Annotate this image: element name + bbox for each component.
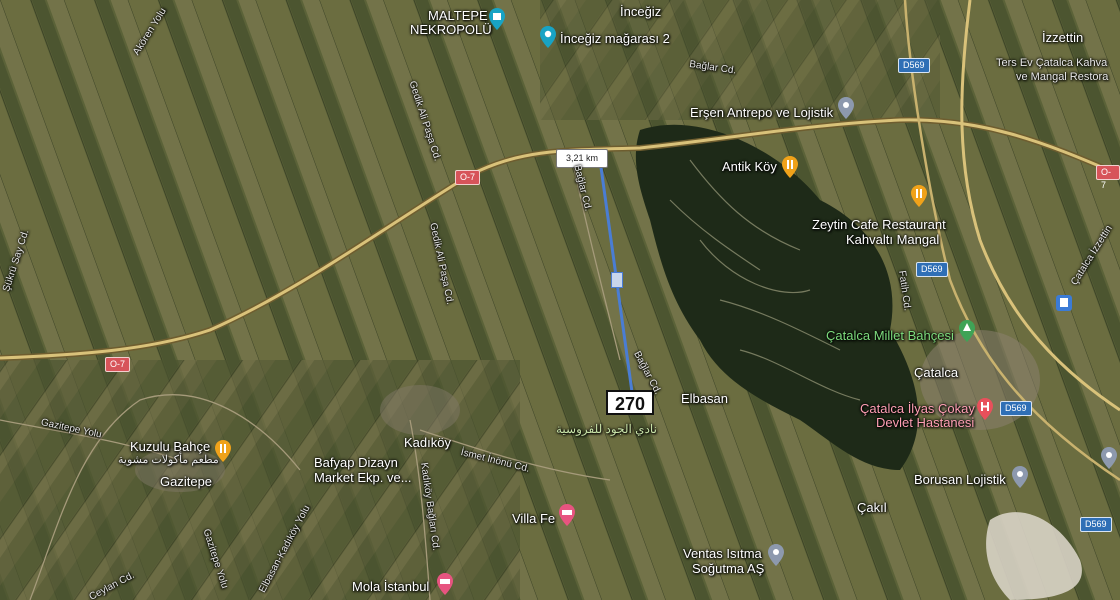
place-label-bafyap-2: Market Ekp. ve...: [314, 470, 412, 485]
place-label-bafyap: Bafyap Dizayn: [314, 455, 398, 470]
location-pin-icon[interactable]: [767, 544, 785, 566]
hotel-pin-icon[interactable]: [558, 504, 576, 526]
place-label-ters-ev: Ters Ev Çatalca Kahva: [996, 57, 1108, 69]
location-pin-icon[interactable]: [837, 97, 855, 119]
place-label-nekropolu: NEKROPOLÜ: [410, 22, 492, 37]
place-label-maltepe: MALTEPE: [428, 8, 488, 23]
place-label-villa-fe: Villa Fe: [512, 511, 556, 526]
place-label-borusan: Borusan Lojistik: [914, 472, 1006, 487]
place-label-zeytin: Zeytin Cafe Restaurant: [812, 217, 946, 232]
place-label-zeytin-2: Kahvaltı Mangal: [846, 232, 940, 247]
marker-270[interactable]: 270: [606, 390, 654, 415]
place-label-ventas: Ventas Isıtma: [683, 546, 762, 561]
camera-pin-icon[interactable]: [539, 26, 557, 48]
road-shield-d569: D569: [1000, 401, 1032, 416]
road-shield-o7: O-7: [455, 170, 481, 185]
road-shield-o7: O-7: [1096, 165, 1120, 190]
place-label-mola: Mola İstanbul: [352, 579, 430, 594]
place-label-hastane-2: Devlet Hastanesi: [876, 415, 975, 430]
kadikoy-town-area: [380, 385, 460, 435]
measure-midpoint-handle[interactable]: [611, 272, 623, 288]
place-label-catalca: Çatalca: [914, 365, 959, 380]
place-label-gazitepe: Gazitepe: [160, 474, 213, 489]
place-label-kuzulu-ar: مطعم مأكولات مشوية: [118, 454, 219, 466]
place-label-hastane: Çatalca İlyas Çokay: [860, 401, 975, 416]
place-label-antik-koy: Antik Köy: [722, 159, 777, 174]
bus-stop-icon[interactable]: [1055, 292, 1073, 314]
road-shield-d569: D569: [916, 262, 948, 277]
place-label-kuzulu: Kuzulu Bahçe: [130, 439, 211, 454]
place-label-cakil: Çakıl: [857, 500, 887, 515]
place-label-elbasan: Elbasan: [681, 391, 728, 406]
place-label-millet-bahcesi: Çatalca Millet Bahçesi: [826, 328, 954, 343]
place-label-incegiz-cave: İnceğiz mağarası 2: [560, 31, 670, 46]
hotel-pin-icon[interactable]: [436, 573, 454, 595]
place-label-ventas-2: Soğutma AŞ: [692, 561, 765, 576]
satellite-map[interactable]: 3,21 km 270 D569 D569 D569 D569 O-7 O-7 …: [0, 0, 1120, 600]
road-shield-d569: D569: [1080, 517, 1112, 532]
place-label-ersen: Erşen Antrepo ve Lojistik: [690, 105, 834, 120]
place-label-izzettin: İzzettin: [1042, 30, 1084, 45]
place-label-kadikoy: Kadıköy: [404, 435, 451, 450]
road-shield-o7: O-7: [105, 357, 131, 372]
location-pin-icon[interactable]: [1011, 466, 1029, 488]
place-label-arabic-club: نادي الجود للفروسية: [556, 422, 657, 436]
restaurant-pin-icon[interactable]: [910, 185, 928, 207]
park-pin-icon[interactable]: [958, 320, 976, 342]
hospital-pin-icon[interactable]: [976, 398, 994, 420]
restaurant-pin-icon[interactable]: [781, 156, 799, 178]
location-pin-icon[interactable]: [1100, 447, 1118, 469]
road-shield-d569: D569: [898, 58, 930, 73]
place-label-incegiz: İnceğiz: [620, 4, 662, 19]
place-label-ters-ev-2: ve Mangal Restora: [1016, 71, 1109, 83]
